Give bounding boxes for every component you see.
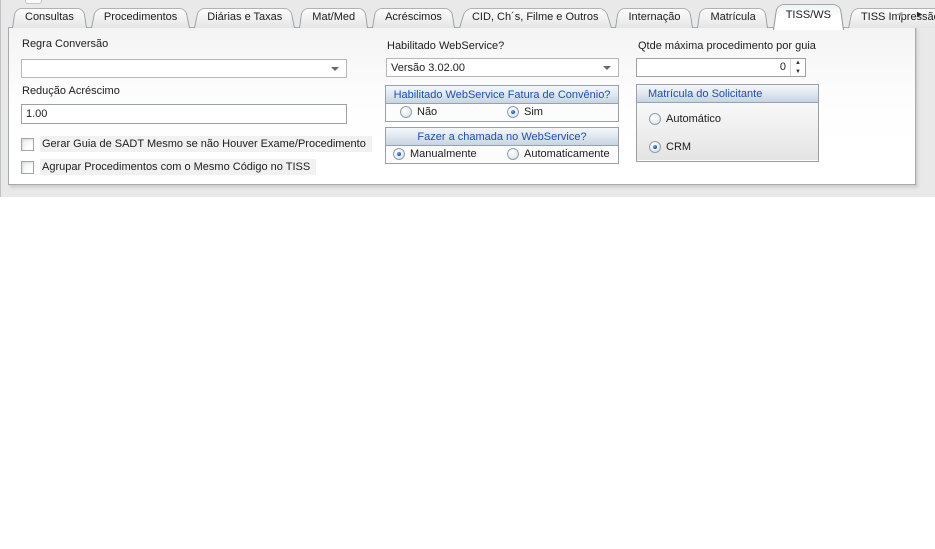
habilitado-webservice-select[interactable]: Versão 3.02.00 (386, 58, 619, 77)
spin-up-button[interactable]: ▲ (791, 59, 805, 68)
tab-label: Mat/Med (312, 11, 355, 23)
chevron-down-icon (331, 67, 339, 71)
chevron-down-icon (603, 66, 611, 70)
radio-label: Automaticamente (524, 148, 610, 160)
tab-procedimentos[interactable]: Procedimentos (91, 6, 190, 28)
radio-crm[interactable]: CRM (649, 141, 691, 153)
tab-scroll-left-button[interactable]: ◄ (895, 8, 904, 20)
tab-cid-chs-filme-e-outros[interactable]: CID, Ch´s, Filme e Outros (459, 6, 612, 28)
group-body: Não Sim (386, 104, 618, 120)
tab-label: Procedimentos (104, 11, 177, 23)
radio-label: Sim (524, 106, 543, 118)
tab-label: TISS/WS (786, 9, 831, 21)
tab-internacao[interactable]: Internação (615, 6, 693, 28)
tab-matricula[interactable]: Matrícula (697, 6, 768, 28)
group-title: Habilitado WebService Fatura de Convênio… (386, 86, 618, 104)
regra-conversao-label: Regra Conversão (22, 38, 108, 50)
regra-conversao-select[interactable] (21, 59, 347, 78)
checkbox-icon (21, 161, 34, 174)
checkbox-agrupar-procedimentos[interactable]: Agrupar Procedimentos com o Mesmo Código… (21, 159, 316, 175)
tab-scroll-right-button[interactable]: ► (915, 8, 924, 20)
qtde-maxima-label: Qtde máxima procedimento por guia (638, 40, 816, 52)
tab-tiss-ws[interactable]: TISS/WS (773, 1, 844, 28)
checkbox-label: Gerar Guia de SADT Mesmo se não Houver E… (40, 136, 372, 152)
radio-icon (649, 113, 661, 125)
group-matricula-solicitante: Matrícula do Solicitante Automático CRM (636, 84, 819, 162)
radio-label: Não (417, 106, 437, 118)
tab-diarias-e-taxas[interactable]: Diárias e Taxas (194, 6, 295, 28)
tab-bar: Consultas Procedimentos Diárias e Taxas … (12, 5, 935, 28)
group-fatura-convenio: Habilitado WebService Fatura de Convênio… (385, 85, 619, 122)
tab-mat-med[interactable]: Mat/Med (299, 6, 368, 28)
radio-icon (649, 141, 661, 153)
tab-label: Consultas (25, 11, 74, 23)
caret-right-icon: ► (915, 9, 924, 19)
radio-label: Automático (666, 113, 721, 125)
spin-down-button[interactable]: ▼ (791, 68, 805, 77)
radio-icon (393, 148, 405, 160)
select-value: Versão 3.02.00 (391, 62, 465, 74)
radio-automatico[interactable]: Automático (649, 113, 721, 125)
habilitado-webservice-label: Habilitado WebService? (387, 40, 504, 52)
tab-label: Acréscimos (385, 11, 442, 23)
tab-page-tiss-ws: Regra Conversão Redução Acréscimo Gerar … (8, 27, 916, 185)
tab-label: Diárias e Taxas (207, 11, 282, 23)
radio-label: CRM (666, 141, 691, 153)
radio-manualmente[interactable]: Manualmente (393, 148, 477, 160)
group-title: Matrícula do Solicitante (637, 85, 818, 103)
tab-label: Internação (628, 11, 680, 23)
tiss-ws-settings-screen: Consultas Procedimentos Diárias e Taxas … (0, 0, 935, 549)
tab-consultas[interactable]: Consultas (12, 6, 87, 28)
radio-label: Manualmente (410, 148, 477, 160)
reducao-acrescimo-label: Redução Acréscimo (22, 85, 120, 97)
tab-label: Matrícula (710, 11, 755, 23)
group-title: Fazer a chamada no WebService? (386, 128, 618, 146)
radio-sim[interactable]: Sim (507, 106, 543, 118)
checkbox-label: Agrupar Procedimentos com o Mesmo Código… (40, 159, 316, 175)
reducao-acrescimo-input[interactable] (21, 104, 347, 124)
radio-icon (400, 106, 412, 118)
caret-left-icon: ◄ (895, 9, 904, 19)
tab-scroll-buttons: ◄ ► (895, 8, 924, 20)
radio-icon (507, 106, 519, 118)
qtde-maxima-spinner[interactable]: 0 ▲ ▼ (636, 58, 806, 77)
spinner-value: 0 (637, 59, 790, 76)
radio-automaticamente[interactable]: Automaticamente (507, 148, 610, 160)
spinner-buttons: ▲ ▼ (790, 59, 805, 76)
radio-nao[interactable]: Não (400, 106, 437, 118)
checkbox-gerar-guia-sadt[interactable]: Gerar Guia de SADT Mesmo se não Houver E… (21, 136, 372, 152)
tab-acrescimos[interactable]: Acréscimos (372, 6, 455, 28)
partial-control-above (25, 0, 42, 4)
radio-icon (507, 148, 519, 160)
group-body: Manualmente Automaticamente (386, 146, 618, 162)
group-chamada-webservice: Fazer a chamada no WebService? Manualmen… (385, 127, 619, 164)
checkbox-icon (21, 138, 34, 151)
tab-label: CID, Ch´s, Filme e Outros (472, 11, 599, 23)
group-body: Automático CRM (637, 103, 818, 160)
